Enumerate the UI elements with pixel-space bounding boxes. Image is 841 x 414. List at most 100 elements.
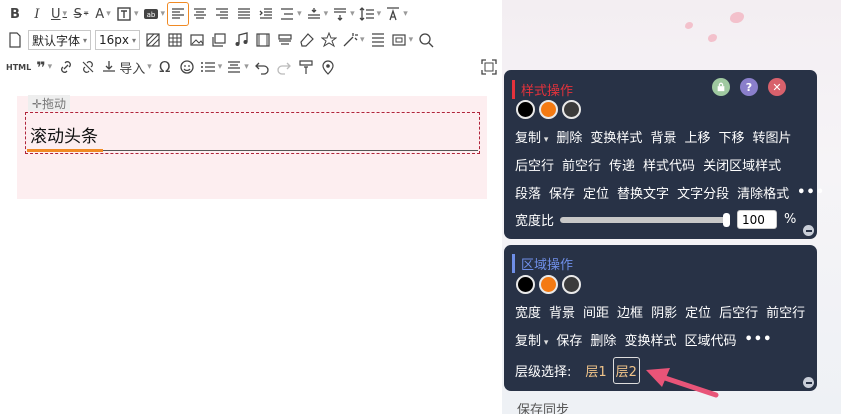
copy-button[interactable]: 复制 <box>515 330 548 349</box>
font-color-icon[interactable]: A <box>94 4 112 24</box>
undo-icon[interactable] <box>253 57 271 77</box>
headline-text[interactable]: 滚动头条 <box>30 122 98 147</box>
line-height-icon[interactable] <box>359 4 382 24</box>
width-ratio-slider[interactable] <box>560 212 731 227</box>
area-code-button[interactable]: 区域代码 <box>684 330 736 349</box>
map-pin-icon[interactable] <box>319 57 337 77</box>
swatch-dark[interactable] <box>562 100 581 119</box>
swatch-dark[interactable] <box>562 275 581 294</box>
swatch-black[interactable] <box>516 100 535 119</box>
html-source-icon[interactable]: HTML <box>6 57 31 77</box>
video-icon[interactable] <box>254 30 272 50</box>
stamp-icon[interactable] <box>320 30 338 50</box>
position-button[interactable]: 定位 <box>685 302 711 321</box>
shadow-button[interactable]: 阴影 <box>651 302 677 321</box>
multi-image-icon[interactable] <box>210 30 228 50</box>
lock-icon[interactable] <box>712 78 730 96</box>
font-family-select[interactable]: 默认字体 ▾ <box>28 30 92 50</box>
align-justify-icon[interactable] <box>235 4 253 24</box>
emoji-icon[interactable] <box>178 57 196 77</box>
find-replace-icon[interactable] <box>417 30 435 50</box>
redo-icon[interactable] <box>275 57 293 77</box>
format-painter-icon[interactable] <box>297 57 315 77</box>
width-button[interactable]: 宽度 <box>515 302 541 321</box>
strikethrough-icon[interactable]: S <box>72 4 90 24</box>
align-left-icon[interactable] <box>167 2 190 26</box>
change-style-button[interactable]: 变换样式 <box>624 330 676 349</box>
paragraph-spacing-icon[interactable] <box>279 4 302 24</box>
font-size-select[interactable]: 16px ▾ <box>95 30 141 50</box>
letter-spacing-icon[interactable] <box>385 4 408 24</box>
grid-icon[interactable] <box>369 30 387 50</box>
clear-format-button[interactable]: 清除格式 <box>737 183 789 202</box>
quote-icon[interactable]: ❞ <box>35 57 53 77</box>
list-icon[interactable] <box>200 57 223 77</box>
swatch-black[interactable] <box>516 275 535 294</box>
layer-option-1[interactable]: 层1 <box>585 361 606 380</box>
indent-icon[interactable] <box>257 4 275 24</box>
background-button[interactable]: 背景 <box>549 302 575 321</box>
table-icon[interactable] <box>166 30 184 50</box>
more-icon[interactable]: ••• <box>744 332 772 347</box>
music-icon[interactable] <box>232 30 250 50</box>
copy-button[interactable]: 复制 <box>515 127 548 146</box>
collapse-icon[interactable] <box>803 377 814 388</box>
save-sync-button[interactable]: 保存同步 <box>517 399 569 414</box>
heading-icon[interactable] <box>226 57 249 77</box>
layer-option-2[interactable]: 层2 <box>612 357 640 384</box>
magic-wand-icon[interactable] <box>342 30 365 50</box>
underline-icon[interactable]: U <box>50 4 68 24</box>
split-text-button[interactable]: 文字分段 <box>677 183 729 202</box>
delete-button[interactable]: 删除 <box>556 127 582 146</box>
replace-text-button[interactable]: 替换文字 <box>617 183 669 202</box>
template-icon[interactable] <box>276 30 294 50</box>
frame-icon[interactable] <box>391 30 414 50</box>
italic-icon[interactable]: I <box>28 4 46 24</box>
swatch-orange[interactable] <box>539 100 558 119</box>
omega-icon[interactable]: Ω <box>156 57 174 77</box>
spacing-button[interactable]: 间距 <box>583 302 609 321</box>
bold-icon[interactable]: B <box>6 4 24 24</box>
change-style-button[interactable]: 变换样式 <box>590 127 642 146</box>
drag-handle[interactable]: ✛拖动 <box>28 95 71 111</box>
add-line-before-button[interactable]: 前空行 <box>562 155 601 174</box>
spacing-after-icon[interactable] <box>332 4 355 24</box>
collapse-icon[interactable] <box>803 225 814 236</box>
import-button[interactable]: 导入 <box>101 57 152 77</box>
to-image-button[interactable]: 转图片 <box>752 127 791 146</box>
spacing-before-icon[interactable] <box>306 4 329 24</box>
help-icon[interactable]: ? <box>740 78 758 96</box>
style-code-button[interactable]: 样式代码 <box>643 155 695 174</box>
clear-style-icon[interactable] <box>144 30 162 50</box>
link-icon[interactable] <box>57 57 75 77</box>
width-ratio-input[interactable]: 100 <box>737 210 778 229</box>
close-icon[interactable]: ✕ <box>768 78 786 96</box>
add-line-before-button[interactable]: 前空行 <box>766 302 805 321</box>
more-icon[interactable]: ••• <box>797 185 825 200</box>
new-document-icon[interactable] <box>6 30 24 50</box>
unlink-icon[interactable] <box>79 57 97 77</box>
move-up-button[interactable]: 上移 <box>684 127 710 146</box>
save-button[interactable]: 保存 <box>556 330 582 349</box>
close-area-style-button[interactable]: 关闭区域样式 <box>703 155 781 174</box>
border-button[interactable]: 边框 <box>617 302 643 321</box>
align-center-icon[interactable] <box>191 4 209 24</box>
background-button[interactable]: 背景 <box>650 127 676 146</box>
position-button[interactable]: 定位 <box>583 183 609 202</box>
paragraph-button[interactable]: 段落 <box>515 183 541 202</box>
delete-button[interactable]: 删除 <box>590 330 616 349</box>
image-icon[interactable] <box>188 30 206 50</box>
eraser-icon[interactable] <box>298 30 316 50</box>
text-tag-icon[interactable]: ab <box>143 4 166 24</box>
background-color-icon[interactable] <box>116 4 139 24</box>
move-down-button[interactable]: 下移 <box>718 127 744 146</box>
pointer-arrow-annotation <box>646 368 719 398</box>
slider-thumb[interactable] <box>723 212 731 227</box>
swatch-orange[interactable] <box>539 275 558 294</box>
pass-button[interactable]: 传递 <box>609 155 635 174</box>
save-button[interactable]: 保存 <box>549 183 575 202</box>
add-line-after-button[interactable]: 后空行 <box>515 155 554 174</box>
align-right-icon[interactable] <box>213 4 231 24</box>
add-line-after-button[interactable]: 后空行 <box>719 302 758 321</box>
fullscreen-icon[interactable] <box>480 57 498 77</box>
